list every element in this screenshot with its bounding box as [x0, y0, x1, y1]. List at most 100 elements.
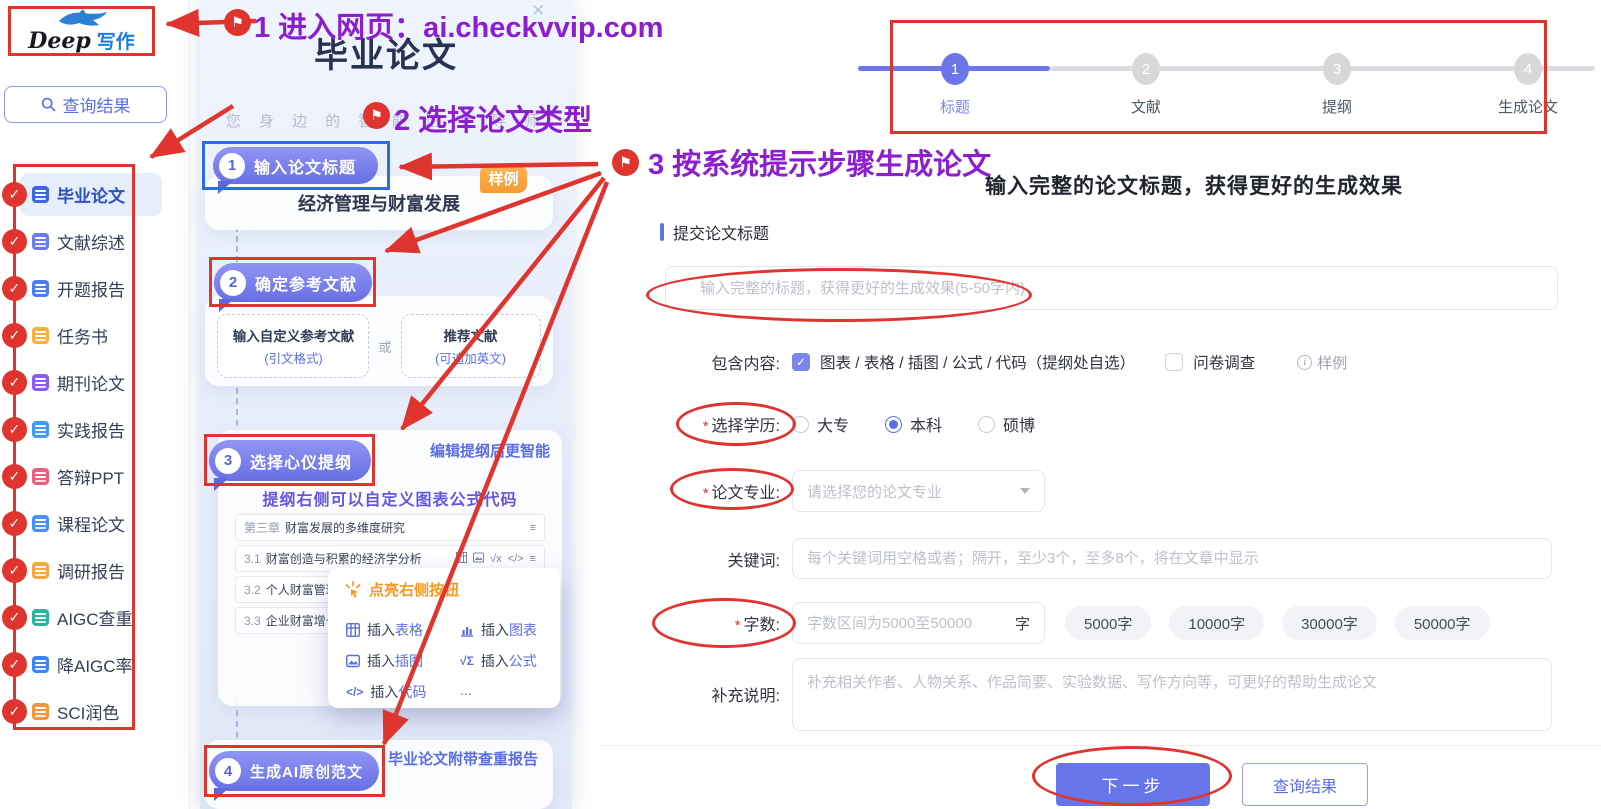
popup-title: 点亮右侧按钮 — [344, 579, 459, 600]
outline-card-title: 提纲右侧可以自定义图表公式代码 — [218, 486, 562, 510]
wizard-step-3-circle: 3 — [1323, 53, 1351, 85]
sidebar-item-kechenglunwen[interactable]: ✓ 课程论文 — [2, 501, 178, 545]
insert-code-icon[interactable]: </> — [508, 553, 524, 565]
sidebar-item-aigc-reduce[interactable]: ✓ 降AIGC率 — [2, 642, 178, 686]
next-step-button[interactable]: 下一步 — [1056, 763, 1210, 806]
sidebar-item-aigc-check[interactable]: ✓ AIGC查重 — [2, 595, 178, 639]
radio-selected-icon[interactable] — [885, 416, 902, 433]
sample-badge[interactable]: 样例 — [480, 164, 527, 193]
chip-50000[interactable]: 50000字 — [1395, 606, 1490, 640]
include-checkbox-checked[interactable]: ✓ — [792, 353, 810, 371]
task-book-icon — [32, 327, 49, 344]
menu-lines-icon[interactable]: ≡ — [530, 553, 536, 565]
keywords-input[interactable] — [792, 538, 1552, 579]
check-icon: ✓ — [2, 605, 27, 630]
query-button-label: 查询结果 — [63, 92, 131, 117]
brand: Deep 写作 — [28, 27, 134, 54]
defense-ppt-icon — [32, 468, 49, 485]
section-header: 提交论文标题 — [660, 220, 769, 244]
step3-pill: 3 选择心仪提纲 — [209, 440, 371, 481]
major-select[interactable]: 请选择您的论文专业 — [792, 470, 1045, 512]
radio-shuobo[interactable]: 硕博 — [978, 412, 1035, 436]
image-icon — [346, 654, 360, 668]
sidebar-query-results-button[interactable]: 查询结果 — [4, 86, 167, 123]
step-connector — [236, 226, 238, 262]
sidebar-item-kaitibaogao[interactable]: ✓ 开题报告 — [2, 266, 178, 310]
sidebar-item-qikanlunwen[interactable]: ✓ 期刊论文 — [2, 360, 178, 404]
section-bar — [660, 223, 664, 241]
annotation-flag-icon: ⚑ — [224, 9, 251, 36]
major-row: *论文专业: 请选择您的论文专业 — [620, 470, 1045, 512]
insert-chart-item[interactable]: 插入图表 — [460, 620, 537, 640]
insert-table-icon[interactable] — [456, 552, 467, 566]
step2-number: 2 — [220, 270, 246, 296]
check-icon: ✓ — [2, 370, 27, 395]
graduation-cap-icon — [32, 186, 49, 203]
info-icon: i — [1297, 355, 1312, 370]
aigc-check-icon — [32, 609, 49, 626]
outline-row[interactable]: 第三章 财富发展的多维度研究 ≡ — [235, 514, 545, 541]
insert-image-icon[interactable] — [473, 552, 484, 566]
wizard-step-4-circle: 4 — [1514, 53, 1542, 85]
insert-image-item[interactable]: 插入插图 — [346, 651, 423, 671]
wizard-step-1-label[interactable]: 标题 — [895, 96, 1015, 117]
word-count-input[interactable] — [807, 615, 1009, 632]
query-results-button[interactable]: 查询结果 — [1242, 763, 1368, 806]
step3-number: 3 — [215, 448, 241, 474]
step2-card: 输入自定义参考文献 (引文格式) 或 推荐文献 (可追加英文) — [205, 296, 553, 386]
recommended-reference-option[interactable]: 推荐文献 (可追加英文) — [401, 314, 541, 378]
include-label: 包含内容: — [620, 350, 780, 374]
wizard-step-3-label[interactable]: 提纲 — [1277, 96, 1397, 117]
annotation-flag-icon: ⚑ — [612, 149, 639, 176]
wizard-step-4-label[interactable]: 生成论文 — [1468, 96, 1588, 117]
insert-formula-icon[interactable]: √x — [490, 553, 502, 565]
journal-paper-icon — [32, 374, 49, 391]
check-icon: ✓ — [2, 511, 27, 536]
step4-number: 4 — [215, 758, 241, 784]
insert-code-item[interactable]: </> 插入代码 — [346, 682, 426, 702]
check-icon: ✓ — [2, 323, 27, 348]
literature-review-icon — [32, 233, 49, 250]
step1-pill: 1 输入论文标题 — [213, 147, 378, 184]
custom-reference-option[interactable]: 输入自定义参考文献 (引文格式) — [217, 314, 369, 378]
sample-info[interactable]: i 样例 — [1297, 352, 1347, 373]
more-items[interactable]: ... — [460, 682, 472, 698]
radio-icon[interactable] — [792, 416, 809, 433]
check-icon: ✓ — [2, 699, 27, 724]
survey-label: 问卷调查 — [1193, 351, 1255, 373]
sidebar: Deep 写作 查询结果 ✓ 毕业论文 ✓ 文献综述 ✓ 开题报告 ✓ 任务书 … — [0, 0, 190, 809]
radio-benke[interactable]: 本科 — [885, 412, 942, 436]
sidebar-item-sci-polish[interactable]: ✓ SCI润色 — [2, 689, 178, 733]
annotation-step2-text: 2 选择论文类型 — [394, 97, 592, 139]
include-checked-label: 图表 / 表格 / 插图 / 公式 / 代码（提纲处自选） — [820, 351, 1135, 373]
sidebar-item-dabianppt[interactable]: ✓ 答辩PPT — [2, 454, 178, 498]
chip-30000[interactable]: 30000字 — [1282, 606, 1377, 640]
survey-checkbox[interactable] — [1165, 353, 1183, 371]
sidebar-item-shijianbaogao[interactable]: ✓ 实践报告 — [2, 407, 178, 451]
sidebar-item-biyelunwen[interactable]: ✓ 毕业论文 — [2, 172, 178, 216]
brand-script: Deep — [28, 28, 90, 54]
wizard-step-2-label[interactable]: 文献 — [1086, 96, 1206, 117]
course-paper-icon — [32, 515, 49, 532]
radio-icon[interactable] — [978, 416, 995, 433]
sidebar-item-wenxianzongshu[interactable]: ✓ 文献综述 — [2, 219, 178, 263]
sidebar-item-renwushu[interactable]: ✓ 任务书 — [2, 313, 178, 357]
annotation-step1-text: 1 进入网页：ai.checkvvip.com — [254, 4, 663, 46]
check-icon: ✓ — [2, 276, 27, 301]
chip-10000[interactable]: 10000字 — [1169, 606, 1264, 640]
insert-table-item[interactable]: 插入表格 — [346, 620, 423, 640]
chip-5000[interactable]: 5000字 — [1065, 606, 1151, 640]
insert-formula-item[interactable]: √Σ 插入公式 — [460, 651, 537, 671]
extra-notes-textarea[interactable] — [792, 658, 1552, 731]
check-icon: ✓ — [2, 464, 27, 489]
keywords-row: 关键词: — [620, 538, 1552, 579]
click-sparkle-icon — [344, 581, 362, 599]
menu-lines-icon[interactable]: ≡ — [530, 522, 536, 534]
radio-dazhuan[interactable]: 大专 — [792, 412, 849, 436]
brand-cn: 写作 — [97, 27, 135, 54]
thesis-title-input[interactable] — [665, 266, 1558, 310]
sci-polish-icon — [32, 703, 49, 720]
wizard-step-1-circle: 1 — [941, 53, 969, 85]
sidebar-item-diaoyanbaogao[interactable]: ✓ 调研报告 — [2, 548, 178, 592]
word-unit: 字 — [1015, 613, 1030, 634]
